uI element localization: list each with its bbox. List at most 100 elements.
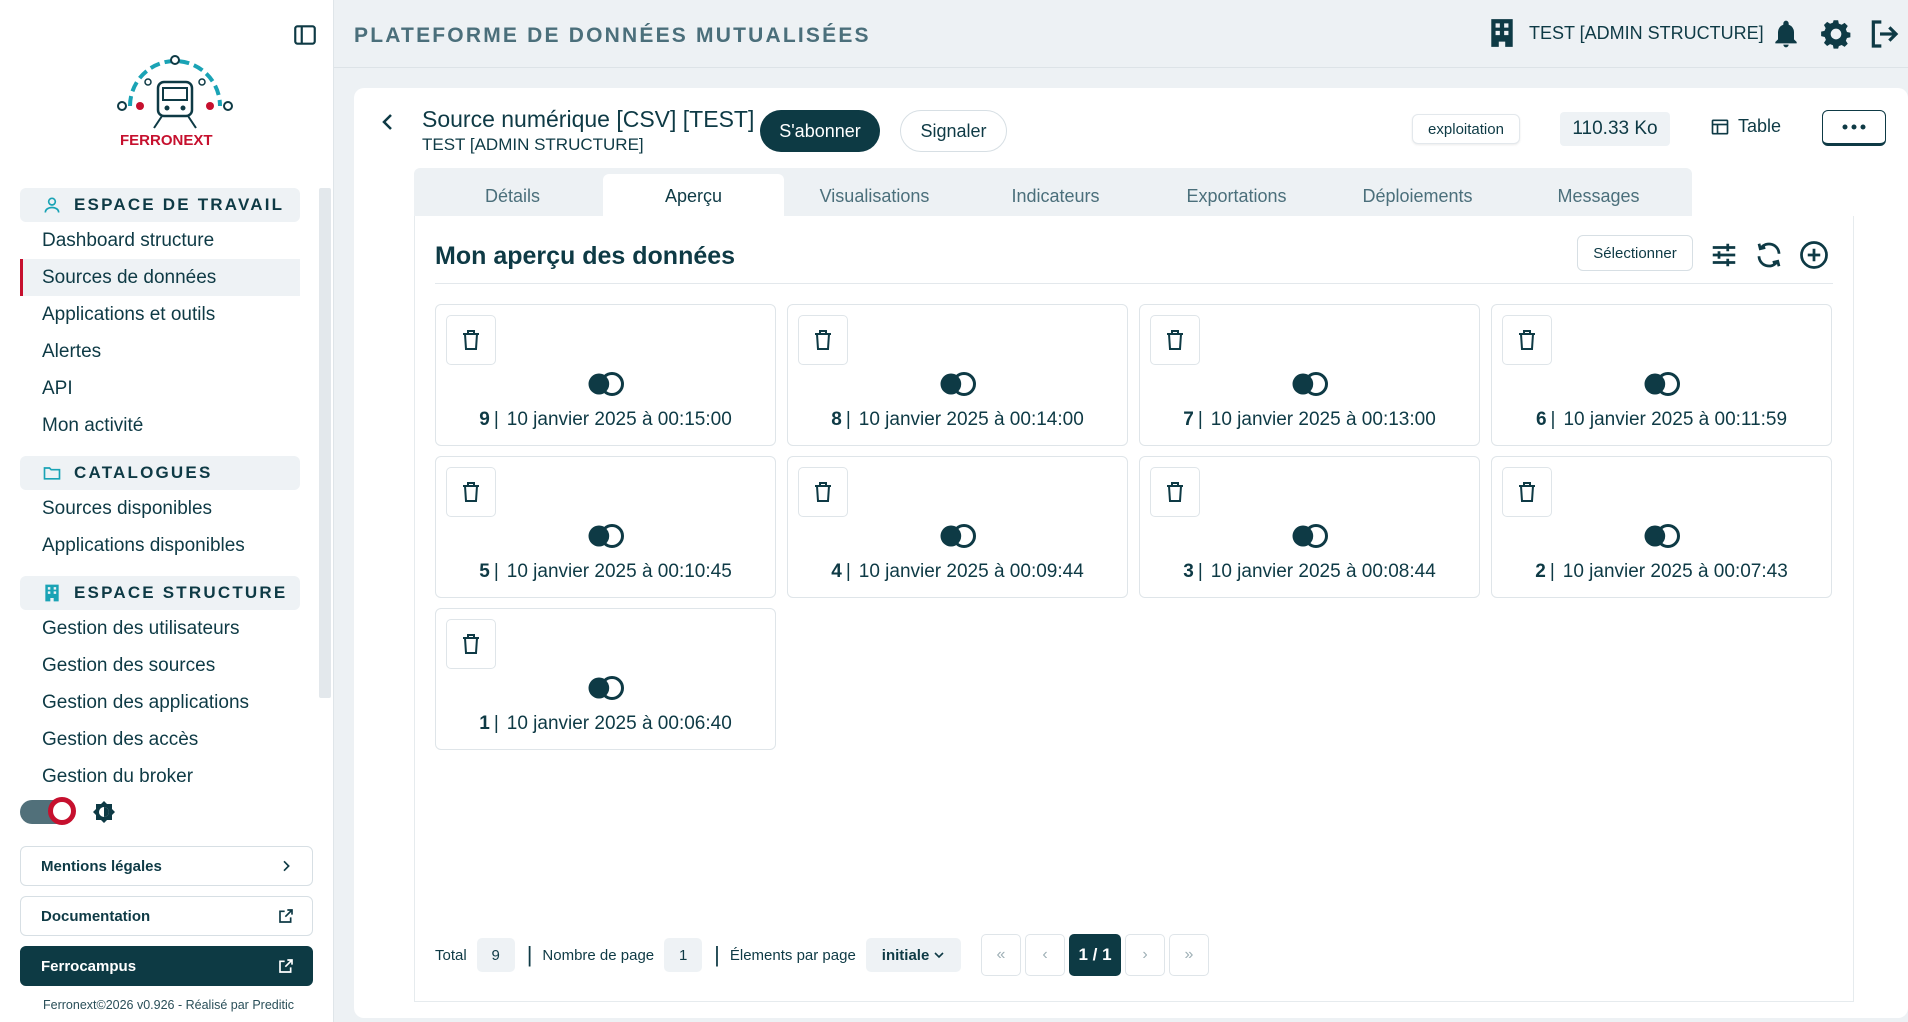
next-page-button[interactable]: › (1125, 934, 1165, 976)
brightness-icon (93, 801, 115, 823)
tile-number: 1 (479, 713, 490, 734)
sidebar-item-gestion-acces[interactable]: Gestion des accès (20, 721, 300, 758)
building-icon (1491, 19, 1513, 47)
preview-tile[interactable]: 6 | 10 janvier 2025 à 00:11:59 (1491, 304, 1832, 446)
sidebar-item-applications-disponibles[interactable]: Applications disponibles (20, 527, 300, 564)
ferrocampus-link[interactable]: Ferrocampus (20, 946, 313, 986)
preview-tile[interactable]: 2 | 10 janvier 2025 à 00:07:43 (1491, 456, 1832, 598)
preview-rings-icon (1644, 372, 1680, 396)
tile-label: 5 | 10 janvier 2025 à 00:10:45 (479, 561, 732, 582)
preview-grid: 9 | 10 janvier 2025 à 00:15:00 8 | 10 janvier… (435, 304, 1832, 750)
tile-label: 2 | 10 janvier 2025 à 00:07:43 (1535, 561, 1788, 582)
sidebar-item-api[interactable]: API (20, 370, 300, 407)
tab-exportations[interactable]: Exportations (1146, 174, 1327, 218)
preview-rings-icon (1292, 372, 1328, 396)
pagination-buttons: « ‹ 1 / 1 › » (981, 934, 1213, 976)
tile-label: 3 | 10 janvier 2025 à 00:08:44 (1183, 561, 1436, 582)
documentation-link[interactable]: Documentation (20, 896, 313, 936)
sidebar-toggle-icon[interactable] (292, 22, 318, 48)
current-page-button[interactable]: 1 / 1 (1069, 934, 1121, 976)
trash-icon (1167, 482, 1183, 502)
preview-tile[interactable]: 9 | 10 janvier 2025 à 00:15:00 (435, 304, 776, 446)
prev-page-button[interactable]: ‹ (1025, 934, 1065, 976)
preview-tile[interactable]: 5 | 10 janvier 2025 à 00:10:45 (435, 456, 776, 598)
back-arrow-icon[interactable] (376, 110, 400, 134)
sidebar-item-gestion-applications[interactable]: Gestion des applications (20, 684, 300, 721)
tile-number: 3 (1183, 561, 1194, 582)
preview-tile[interactable]: 1 | 10 janvier 2025 à 00:06:40 (435, 608, 776, 750)
add-circle-icon[interactable] (1799, 240, 1829, 270)
trash-icon (1519, 330, 1535, 350)
logo-text: FERRONEXT (120, 132, 213, 149)
delete-button[interactable] (1150, 315, 1200, 365)
footer-note: Ferronext©2026 v0.926 - Réalisé par Pred… (43, 998, 295, 1012)
trash-icon (815, 330, 831, 350)
sidebar-item-applications[interactable]: Applications et outils (20, 296, 300, 333)
tab-messages[interactable]: Messages (1508, 174, 1689, 218)
user-icon (44, 197, 60, 213)
table-view-button[interactable]: Table (1710, 116, 1781, 137)
delete-button[interactable] (798, 315, 848, 365)
per-page-select[interactable]: initiale (865, 938, 962, 972)
delete-button[interactable] (798, 467, 848, 517)
tab-apercu[interactable]: Aperçu (603, 174, 784, 218)
logout-icon[interactable] (1868, 18, 1900, 50)
tile-number: 5 (479, 561, 490, 582)
theme-toggle[interactable] (20, 797, 76, 825)
sidebar-item-activite[interactable]: Mon activité (20, 407, 300, 444)
gear-icon[interactable] (1820, 18, 1852, 50)
delete-button[interactable] (1502, 467, 1552, 517)
delete-button[interactable] (446, 315, 496, 365)
delete-button[interactable] (446, 619, 496, 669)
delete-button[interactable] (1502, 315, 1552, 365)
filter-sliders-icon[interactable] (1709, 240, 1739, 270)
trash-icon (463, 634, 479, 654)
trash-icon (463, 482, 479, 502)
preview-tile[interactable]: 3 | 10 janvier 2025 à 00:08:44 (1139, 456, 1480, 598)
sidebar-item-gestion-broker[interactable]: Gestion du broker (20, 758, 300, 786)
tile-label: 8 | 10 janvier 2025 à 00:14:00 (831, 409, 1084, 430)
tile-date: 10 janvier 2025 à 00:13:00 (1210, 409, 1436, 430)
tile-date: 10 janvier 2025 à 00:07:43 (1562, 561, 1788, 582)
tile-date: 10 janvier 2025 à 00:06:40 (506, 713, 732, 734)
user-structure[interactable]: TEST [ADMIN STRUCTURE] (1489, 18, 1764, 48)
building-icon (45, 584, 59, 602)
page-count: 1 (664, 938, 703, 972)
sidebar-item-dashboard[interactable]: Dashboard structure (20, 222, 300, 259)
preview-rings-icon (1292, 524, 1328, 548)
preview-title: Mon aperçu des données (435, 242, 736, 270)
preview-rings-icon (940, 524, 976, 548)
preview-tile[interactable]: 7 | 10 janvier 2025 à 00:13:00 (1139, 304, 1480, 446)
section-espace-structure: ESPACE STRUCTURE (20, 576, 300, 610)
preview-rings-icon (588, 372, 624, 396)
preview-tile[interactable]: 8 | 10 janvier 2025 à 00:14:00 (787, 304, 1128, 446)
sidebar-item-sources[interactable]: Sources de données (20, 259, 300, 296)
sidebar: FERRONEXT ESPACE DE TRAVAIL Dashboard st… (0, 0, 334, 1022)
tile-label: 1 | 10 janvier 2025 à 00:06:40 (479, 713, 732, 734)
delete-button[interactable] (446, 467, 496, 517)
sidebar-item-gestion-sources[interactable]: Gestion des sources (20, 647, 300, 684)
ferronext-logo[interactable]: FERRONEXT (110, 52, 240, 154)
tab-deploiements[interactable]: Déploiements (1327, 174, 1508, 218)
select-button[interactable]: Sélectionner (1577, 235, 1693, 271)
first-page-button[interactable]: « (981, 934, 1021, 976)
more-options-button[interactable] (1822, 110, 1886, 146)
bell-icon[interactable] (1770, 18, 1802, 50)
sidebar-item-gestion-utilisateurs[interactable]: Gestion des utilisateurs (20, 610, 300, 647)
delete-button[interactable] (1150, 467, 1200, 517)
tile-date: 10 janvier 2025 à 00:09:44 (858, 561, 1084, 582)
preview-rings-icon (588, 676, 624, 700)
trash-icon (815, 482, 831, 502)
mentions-legales-link[interactable]: Mentions légales (20, 846, 313, 886)
refresh-icon[interactable] (1754, 240, 1784, 270)
sidebar-item-alertes[interactable]: Alertes (20, 333, 300, 370)
tab-indicateurs[interactable]: Indicateurs (965, 174, 1146, 218)
last-page-button[interactable]: » (1169, 934, 1209, 976)
total-count: 9 (476, 938, 515, 972)
subscribe-button[interactable]: S'abonner (760, 110, 880, 152)
tab-details[interactable]: Détails (422, 174, 603, 218)
tab-visualisations[interactable]: Visualisations (784, 174, 965, 218)
report-button[interactable]: Signaler (900, 110, 1007, 152)
sidebar-item-sources-disponibles[interactable]: Sources disponibles (20, 490, 300, 527)
preview-tile[interactable]: 4 | 10 janvier 2025 à 00:09:44 (787, 456, 1128, 598)
